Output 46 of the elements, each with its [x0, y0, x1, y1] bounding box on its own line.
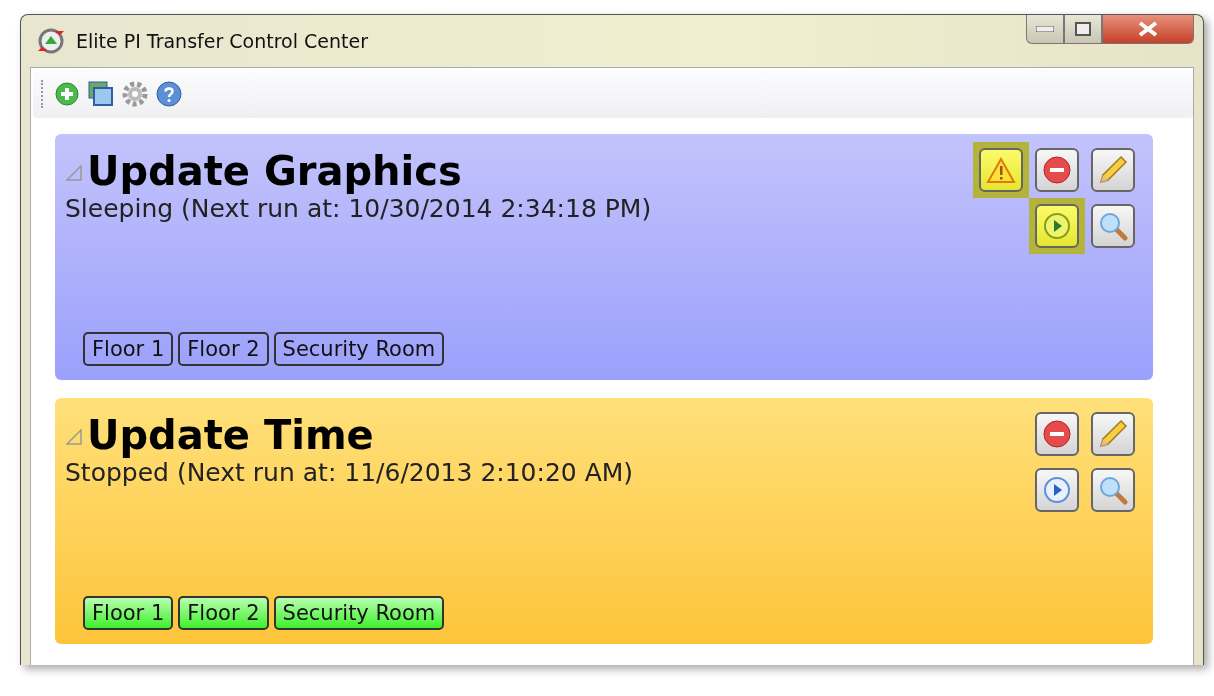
stop-icon: [1042, 419, 1072, 449]
help-icon: [156, 81, 182, 107]
collapse-icon: [65, 164, 83, 182]
maximize-button[interactable]: [1064, 15, 1102, 44]
location-tag: Floor 1: [83, 596, 174, 630]
app-logo-icon: [36, 26, 66, 56]
minimize-button[interactable]: [1026, 15, 1064, 44]
edit-button[interactable]: [1091, 412, 1135, 456]
magnifier-icon: [1098, 211, 1128, 241]
pencil-icon: [1097, 154, 1129, 186]
location-tag: Floor 2: [178, 332, 269, 366]
task-status: Sleeping (Next run at: 10/30/2014 2:34:18 PM): [65, 194, 653, 223]
stop-icon: [1042, 155, 1072, 185]
run-button[interactable]: [1035, 204, 1079, 248]
minimize-icon: [1036, 26, 1054, 32]
warning-button[interactable]: [979, 148, 1023, 192]
windows-button[interactable]: [88, 81, 114, 107]
close-icon: [1137, 21, 1159, 37]
collapse-icon: [65, 428, 83, 446]
location-tag: Floor 1: [83, 332, 174, 366]
run-button[interactable]: [1035, 468, 1079, 512]
stop-button[interactable]: [1035, 412, 1079, 456]
play-icon: [1042, 475, 1072, 505]
search-button[interactable]: [1091, 204, 1135, 248]
location-tag: Security Room: [273, 332, 445, 366]
add-button[interactable]: [54, 81, 80, 107]
task-status: Stopped (Next run at: 11/6/2013 2:10:20 AM): [65, 458, 635, 487]
stop-button[interactable]: [1035, 148, 1079, 192]
location-tag: Floor 2: [178, 596, 269, 630]
settings-button[interactable]: [122, 81, 148, 107]
task-title: Update Time: [87, 412, 374, 458]
close-button[interactable]: [1102, 15, 1194, 44]
edit-button[interactable]: [1091, 148, 1135, 192]
plus-icon: [55, 82, 79, 106]
location-tag: Security Room: [273, 596, 445, 630]
magnifier-icon: [1098, 475, 1128, 505]
task-title: Update Graphics: [87, 148, 462, 194]
pencil-icon: [1097, 418, 1129, 450]
maximize-icon: [1075, 22, 1091, 36]
settings-icon: [122, 81, 148, 107]
search-button[interactable]: [1091, 468, 1135, 512]
window-title: Elite PI Transfer Control Center: [76, 30, 369, 52]
play-icon: [1042, 211, 1072, 241]
warning-icon: [986, 156, 1016, 184]
help-button[interactable]: [156, 81, 182, 107]
windows-icon: [88, 81, 114, 107]
